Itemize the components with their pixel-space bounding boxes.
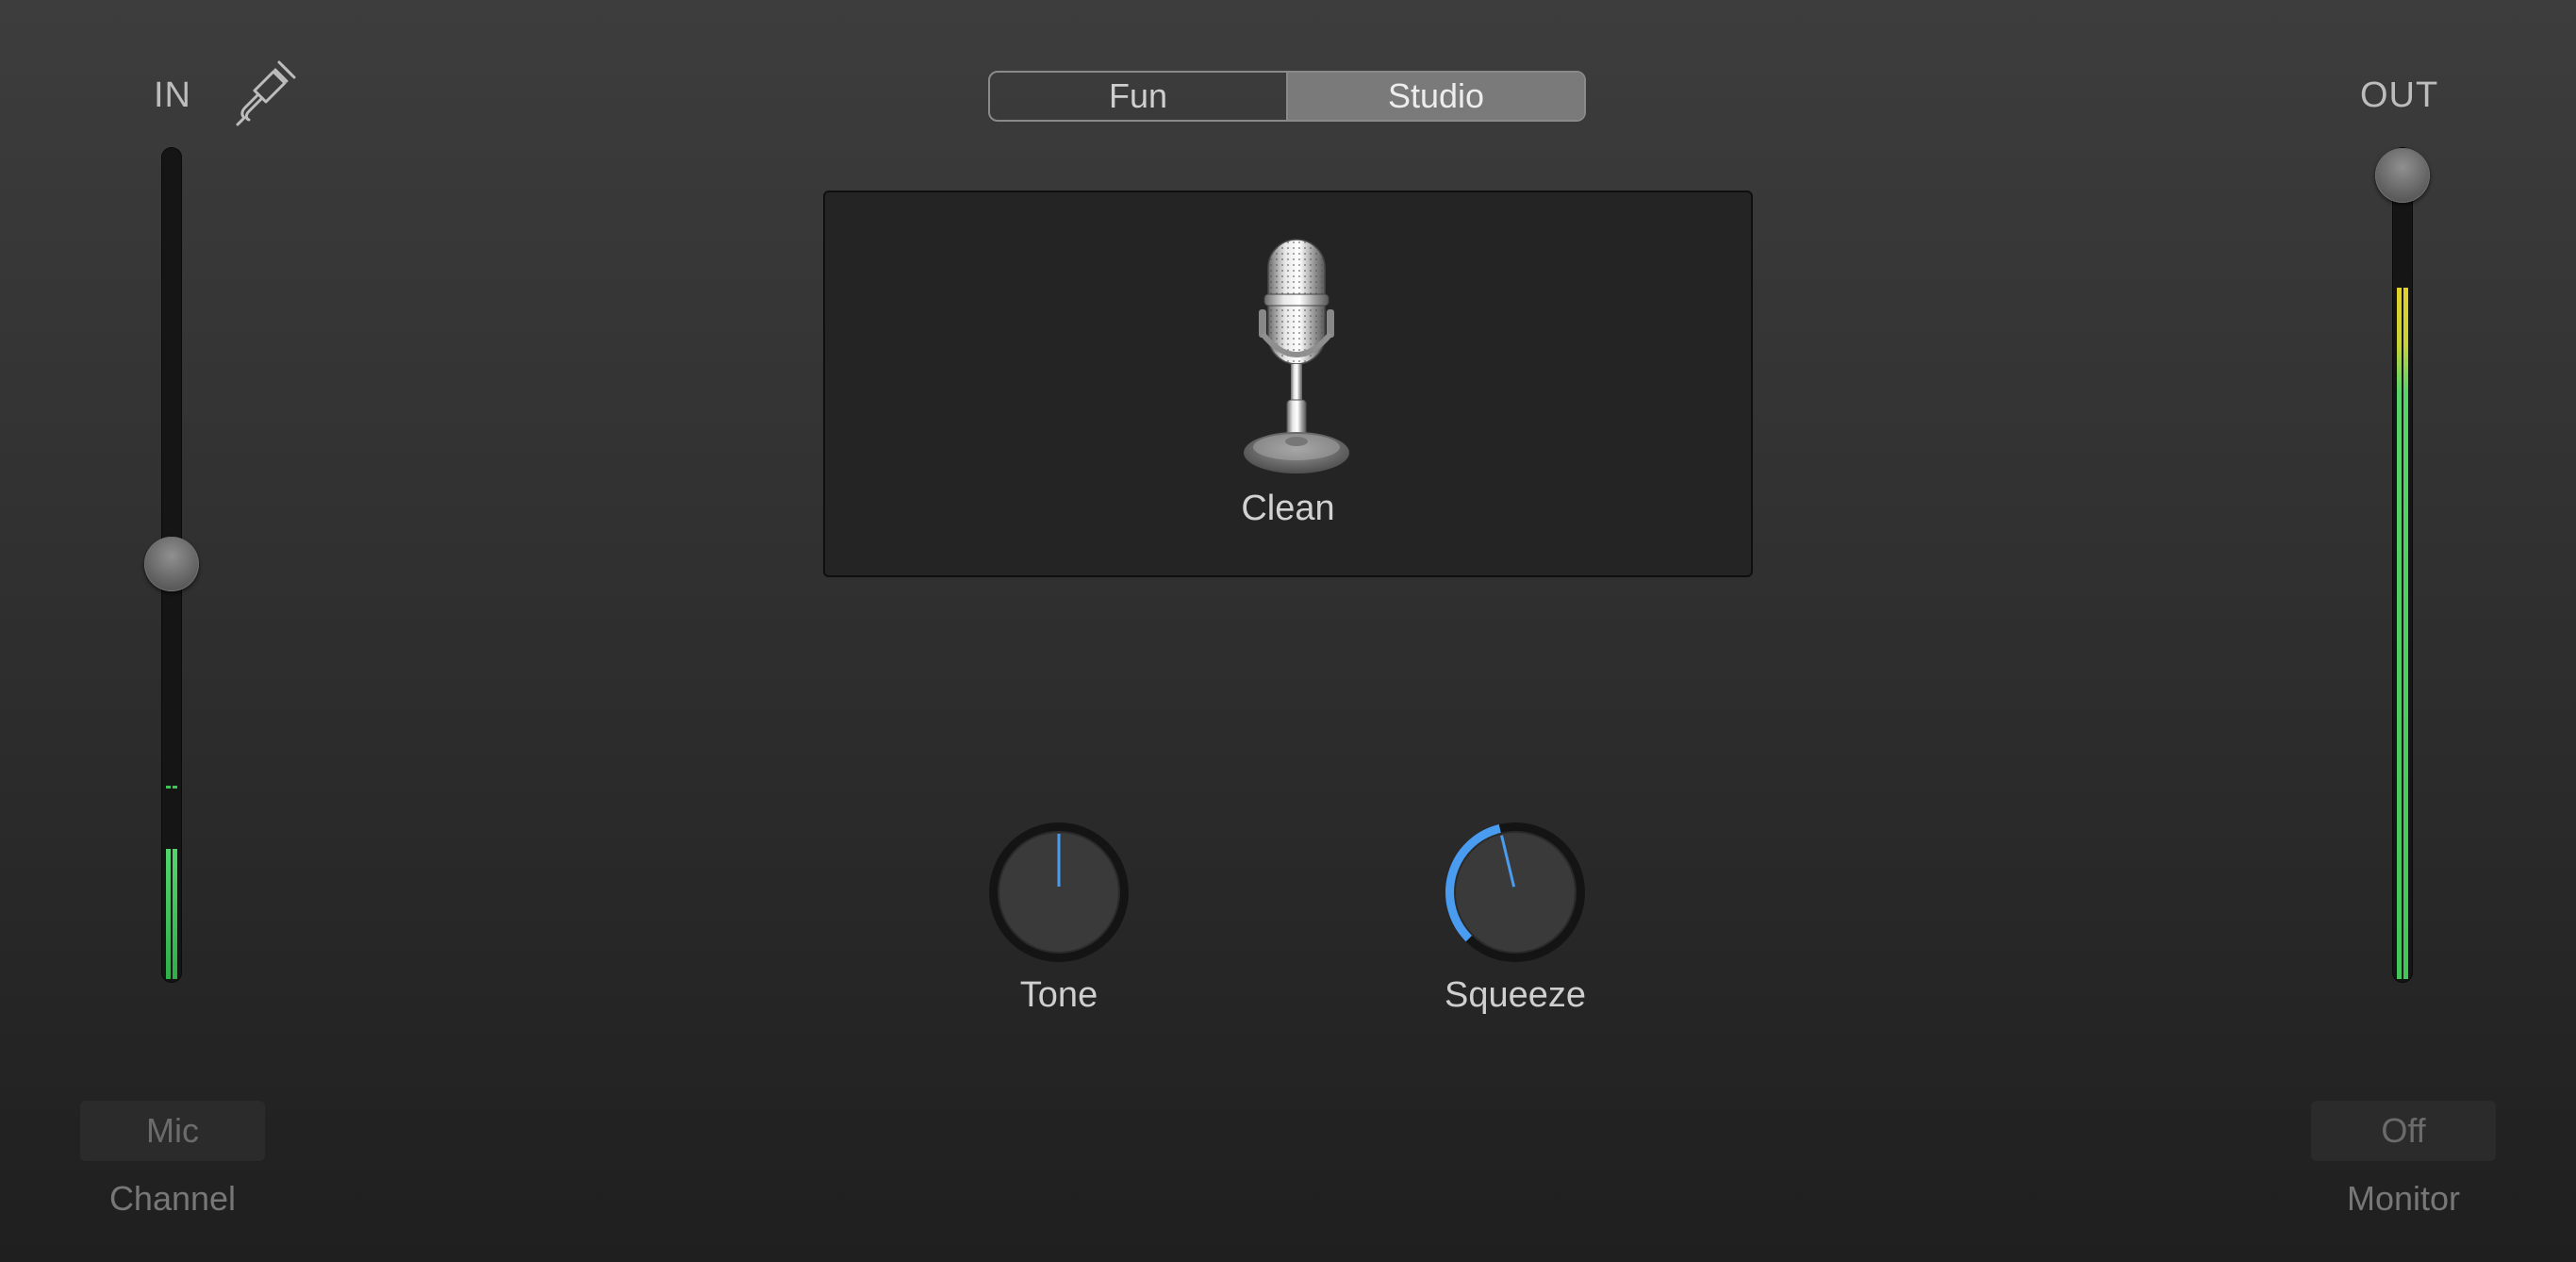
monitor-button[interactable]: Off: [2311, 1101, 2496, 1161]
monitor-caption: Monitor: [2346, 1179, 2461, 1218]
audio-jack-icon[interactable]: [232, 57, 300, 132]
squeeze-label: Squeeze: [1444, 975, 1586, 1015]
studio-microphone-icon: [1240, 234, 1353, 477]
input-label: IN: [154, 75, 191, 115]
squeeze-knob[interactable]: [1440, 817, 1591, 968]
output-label: OUT: [2360, 75, 2439, 115]
output-level-slider-thumb[interactable]: [2375, 148, 2430, 203]
segment-studio[interactable]: Studio: [1286, 73, 1584, 120]
input-level-slider-thumb[interactable]: [144, 537, 199, 591]
mode-segmented-control[interactable]: Fun Studio: [988, 71, 1586, 122]
segment-fun[interactable]: Fun: [990, 73, 1286, 120]
input-peak-indicator: [166, 786, 177, 789]
tone-knob[interactable]: [983, 817, 1134, 968]
preset-display[interactable]: Clean: [823, 191, 1753, 577]
tone-knob-control: Tone: [983, 817, 1134, 1015]
channel-caption: Channel: [108, 1179, 237, 1218]
output-level-meter: [2397, 288, 2408, 979]
input-level-meter: [166, 849, 177, 979]
squeeze-knob-control: Squeeze: [1440, 817, 1591, 1015]
channel-button[interactable]: Mic: [80, 1101, 265, 1161]
tone-label: Tone: [1019, 975, 1098, 1015]
preset-name: Clean: [1241, 489, 1335, 528]
